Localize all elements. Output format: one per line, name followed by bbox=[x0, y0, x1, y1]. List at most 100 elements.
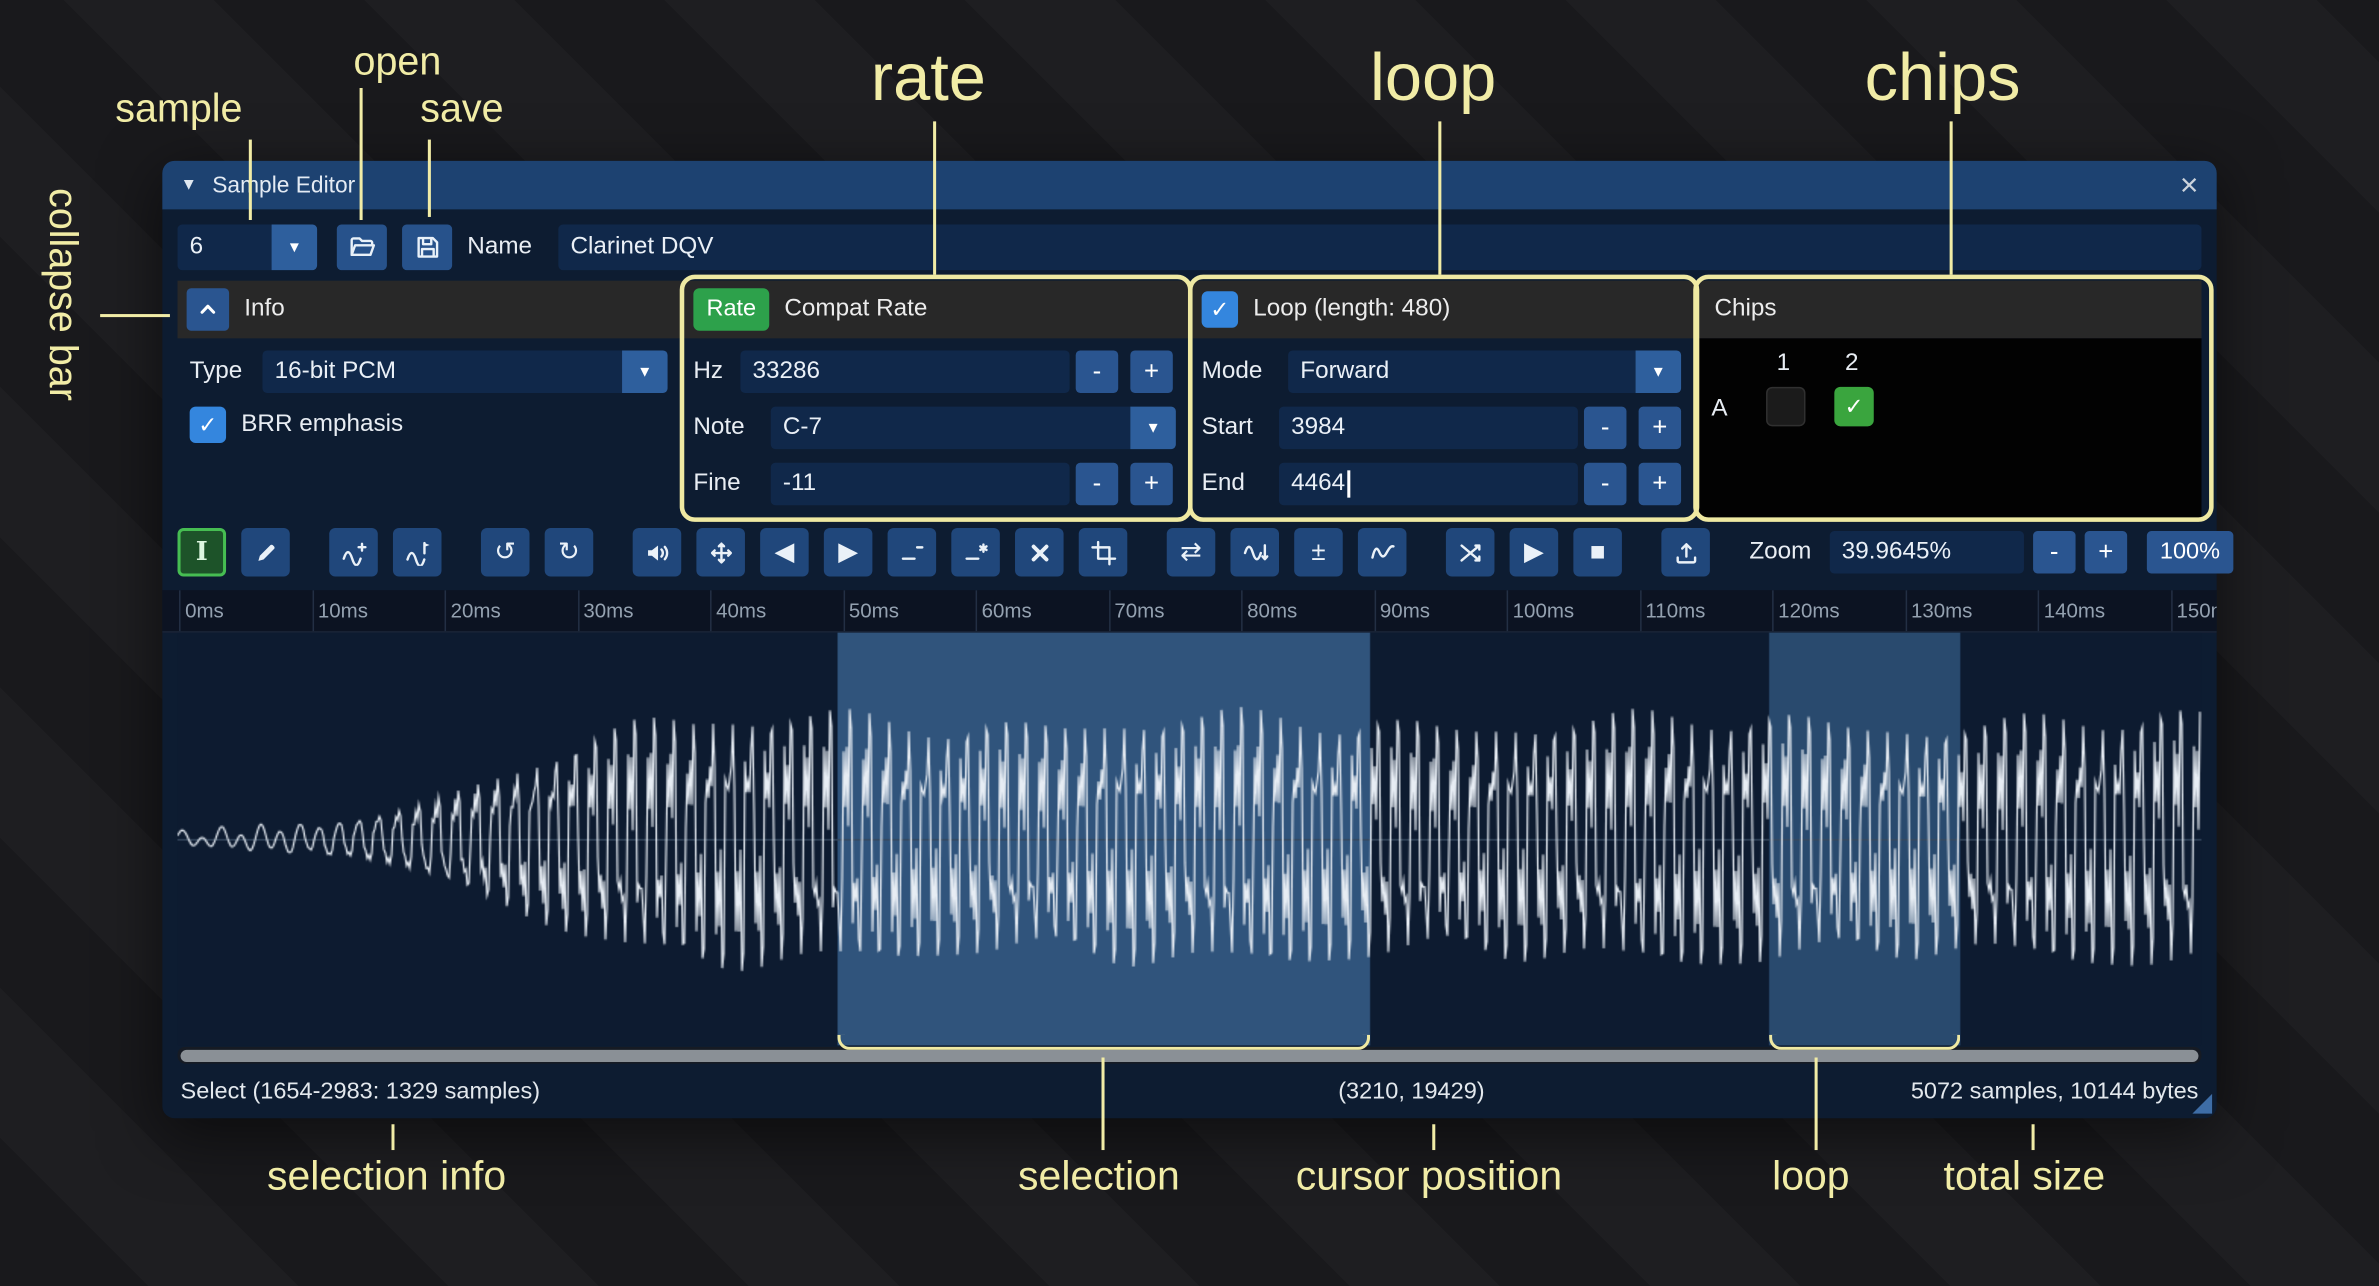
loop-start-input[interactable]: 3984 bbox=[1279, 407, 1578, 449]
loop-end-minus-button[interactable]: - bbox=[1584, 463, 1626, 505]
stop-button[interactable]: ■ bbox=[1573, 528, 1622, 577]
scrollbar-thumb[interactable] bbox=[181, 1049, 2199, 1061]
edit-draw-button[interactable] bbox=[241, 528, 290, 577]
check-icon: ✓ bbox=[1844, 393, 1863, 420]
ruler-tick bbox=[710, 590, 712, 632]
brr-emphasis-checkbox[interactable]: ✓ bbox=[190, 407, 226, 443]
brr-emphasis-label: BRR emphasis bbox=[241, 407, 403, 443]
selection-info-text: Select (1654-2983: 1329 samples) bbox=[181, 1065, 541, 1118]
loop-enable-checkbox[interactable]: ✓ bbox=[1202, 291, 1238, 327]
hz-minus-button[interactable]: - bbox=[1076, 350, 1118, 392]
waveform-canvas[interactable] bbox=[178, 633, 2202, 1046]
ruler-label: 40ms bbox=[716, 599, 766, 622]
zoom-reset-button[interactable]: 100% bbox=[2147, 531, 2233, 573]
hz-plus-button[interactable]: + bbox=[1130, 350, 1172, 392]
zoom-label: Zoom bbox=[1749, 539, 1811, 566]
ruler-label: 20ms bbox=[451, 599, 501, 622]
loop-start-value: 3984 bbox=[1291, 414, 1345, 441]
fine-plus-button[interactable]: + bbox=[1130, 463, 1172, 505]
loop-panel-header: ✓ Loop (length: 480) bbox=[1193, 281, 1697, 339]
open-button[interactable] bbox=[337, 225, 387, 271]
loop-end-plus-button[interactable]: + bbox=[1639, 463, 1681, 505]
upload-icon bbox=[1673, 539, 1699, 565]
ruler-label: 150ms bbox=[2176, 599, 2216, 622]
upload-button[interactable] bbox=[1661, 528, 1710, 577]
redo-button[interactable]: ↻ bbox=[545, 528, 594, 577]
loop-end-input[interactable]: 4464 bbox=[1279, 463, 1578, 505]
ruler-tick bbox=[577, 590, 579, 632]
toolbar-group: ⇄± bbox=[1167, 528, 1407, 577]
cross-arrows-icon bbox=[1457, 539, 1483, 565]
fine-minus-button[interactable]: - bbox=[1076, 463, 1118, 505]
stop-icon: ■ bbox=[1590, 537, 1606, 567]
annotation-line bbox=[100, 314, 170, 317]
preview-button[interactable]: ▶ bbox=[1510, 528, 1559, 577]
edit-select-button[interactable]: I bbox=[178, 528, 227, 577]
resize-grip[interactable] bbox=[2192, 1094, 2212, 1114]
resample-button[interactable] bbox=[393, 528, 442, 577]
wave-invert-icon bbox=[1242, 539, 1268, 565]
zoom-input[interactable]: 39.9645% bbox=[1830, 531, 2024, 573]
annotation-loop-bottom: loop bbox=[1772, 1153, 1849, 1200]
info-panel-header: Info bbox=[178, 281, 683, 339]
speaker-icon bbox=[644, 539, 670, 565]
name-input-value: Clarinet DQV bbox=[570, 234, 713, 261]
annotation-line bbox=[1438, 121, 1441, 274]
name-input[interactable]: Clarinet DQV bbox=[558, 225, 2201, 271]
crop-icon bbox=[1090, 539, 1116, 565]
save-button[interactable] bbox=[402, 225, 452, 271]
invert-button[interactable] bbox=[1230, 528, 1279, 577]
normalize-button[interactable] bbox=[696, 528, 745, 577]
type-select[interactable]: 16-bit PCM ▼ bbox=[262, 350, 667, 392]
close-icon[interactable]: × bbox=[2180, 169, 2199, 201]
info-collapse-button[interactable] bbox=[187, 288, 229, 330]
undo-icon: ↺ bbox=[494, 537, 516, 567]
annotation-cursor-position: cursor position bbox=[1296, 1153, 1562, 1200]
info-panel: Info Type 16-bit PCM ▼ ✓ BRR emphasis bbox=[178, 281, 683, 518]
apply-silence-button[interactable] bbox=[951, 528, 1000, 577]
window-collapse-icon[interactable]: ▼ bbox=[181, 176, 198, 194]
trim-button[interactable] bbox=[1079, 528, 1128, 577]
sample-select[interactable]: 6 ▼ bbox=[178, 225, 318, 271]
chip-1-checkbox[interactable] bbox=[1766, 387, 1805, 426]
chevron-down-icon[interactable]: ▼ bbox=[272, 225, 318, 271]
note-select[interactable]: C-7 ▼ bbox=[771, 407, 1176, 449]
selection-bracket bbox=[838, 1035, 1371, 1050]
undo-button[interactable]: ↺ bbox=[481, 528, 530, 577]
rate-button[interactable]: Rate bbox=[693, 288, 769, 330]
ruler-label: 30ms bbox=[583, 599, 633, 622]
loop-start-plus-button[interactable]: + bbox=[1639, 407, 1681, 449]
pencil-icon bbox=[253, 539, 279, 565]
loop-start-minus-button[interactable]: - bbox=[1584, 407, 1626, 449]
chevron-down-icon[interactable]: ▼ bbox=[1636, 350, 1682, 392]
zoom-in-button[interactable]: + bbox=[2085, 531, 2127, 573]
fade-in-button[interactable]: ◀ bbox=[760, 528, 809, 577]
filter-wave-icon bbox=[1369, 539, 1395, 565]
crossfade-button[interactable] bbox=[1446, 528, 1495, 577]
chevron-down-icon[interactable]: ▼ bbox=[1130, 407, 1176, 449]
floppy-save-icon bbox=[413, 234, 440, 261]
chips-panel-body: 1 2 A ✓ bbox=[1699, 338, 2201, 517]
chip-2-checkbox[interactable]: ✓ bbox=[1834, 387, 1873, 426]
ruler-tick bbox=[445, 590, 447, 632]
ruler-tick bbox=[1772, 590, 1774, 632]
filter-button[interactable] bbox=[1358, 528, 1407, 577]
ruler-label: 130ms bbox=[1911, 599, 1972, 622]
insert-silence-button[interactable] bbox=[888, 528, 937, 577]
chevron-down-icon[interactable]: ▼ bbox=[622, 350, 668, 392]
amplify-button[interactable] bbox=[633, 528, 682, 577]
annotation-line bbox=[249, 140, 252, 220]
resize-button[interactable] bbox=[329, 528, 378, 577]
folder-open-icon bbox=[348, 234, 375, 261]
fine-input[interactable]: -11 bbox=[771, 463, 1070, 505]
zoom-out-button[interactable]: - bbox=[2033, 531, 2075, 573]
type-select-value: 16-bit PCM bbox=[262, 350, 622, 392]
fade-out-button[interactable]: ▶ bbox=[824, 528, 873, 577]
sign-button[interactable]: ± bbox=[1294, 528, 1343, 577]
delete-button[interactable] bbox=[1015, 528, 1064, 577]
window-titlebar[interactable]: ▼ Sample Editor × bbox=[162, 161, 2216, 210]
reverse-button[interactable]: ⇄ bbox=[1167, 528, 1216, 577]
loop-mode-select[interactable]: Forward ▼ bbox=[1288, 350, 1681, 392]
check-icon: ✓ bbox=[1210, 296, 1229, 323]
hz-input[interactable]: 33286 bbox=[740, 350, 1069, 392]
